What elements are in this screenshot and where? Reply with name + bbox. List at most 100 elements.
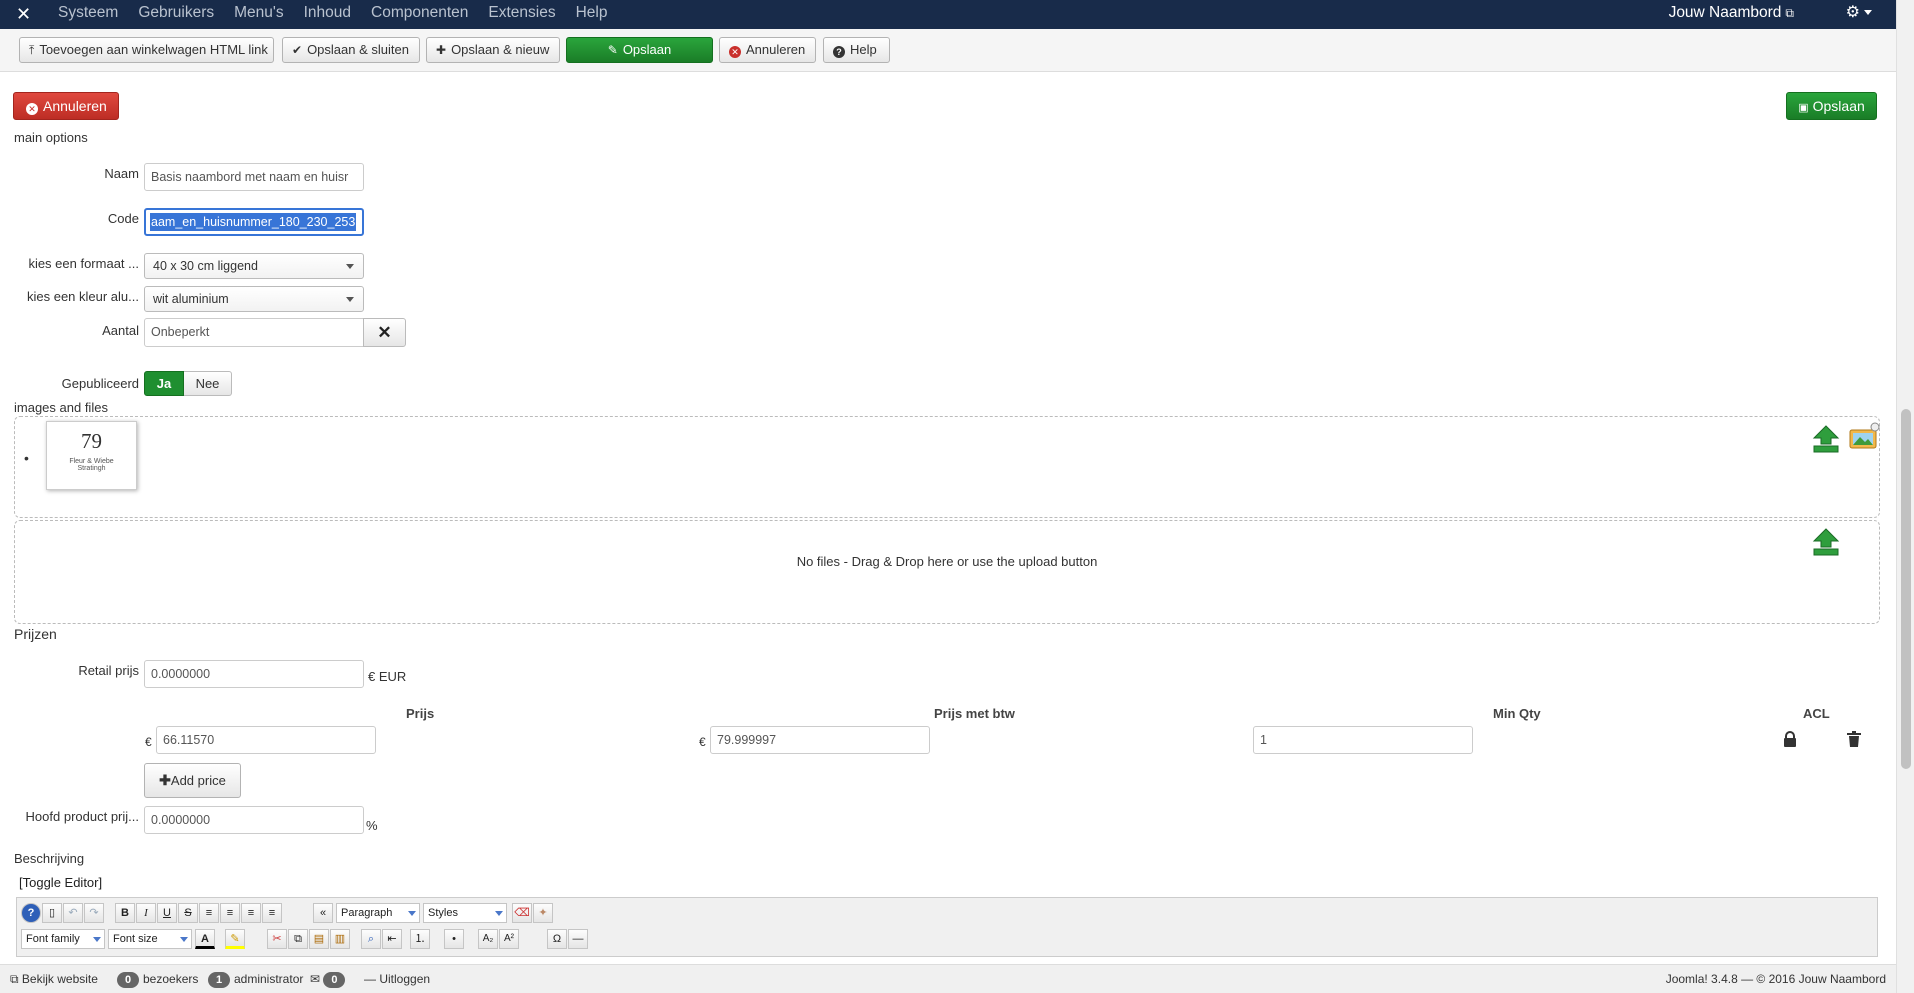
- main-price-input[interactable]: 0.0000000: [144, 806, 364, 834]
- thumb-number: 79: [81, 429, 102, 453]
- code-input[interactable]: aam_en_huisnummer_180_230_253: [144, 208, 364, 236]
- align-right-icon[interactable]: ≡: [262, 903, 282, 923]
- image-library-icon[interactable]: [1846, 422, 1880, 452]
- format-select[interactable]: 40 x 30 cm liggend: [144, 253, 364, 279]
- font-size-select[interactable]: Font size: [108, 929, 192, 949]
- align-center-icon[interactable]: ≡: [220, 903, 240, 923]
- align-left-icon[interactable]: ≡: [241, 903, 261, 923]
- form-save-button[interactable]: ▣ Opslaan: [1786, 92, 1877, 120]
- numbered-list-icon[interactable]: ⒈: [410, 929, 430, 949]
- add-price-label: Add price: [170, 773, 226, 788]
- highlight-icon[interactable]: ✎: [225, 929, 245, 949]
- color-select-value: wit aluminium: [153, 292, 229, 306]
- upload-image-icon[interactable]: [1811, 424, 1841, 454]
- files-dropzone[interactable]: [14, 520, 1880, 624]
- scrollbar-thumb[interactable]: [1901, 409, 1911, 769]
- column-header-min-qty: Min Qty: [1493, 706, 1541, 721]
- underline-icon[interactable]: U: [157, 903, 177, 923]
- messages-badge: 0: [323, 972, 346, 988]
- menu-item-inhoud[interactable]: Inhoud: [304, 0, 351, 29]
- font-family-select[interactable]: Font family: [21, 929, 105, 949]
- chevron-down-icon: [180, 937, 188, 942]
- menu-item-extensies[interactable]: Extensies: [488, 0, 555, 29]
- redo-icon[interactable]: ↷: [84, 903, 104, 923]
- help-icon[interactable]: ?: [21, 903, 41, 923]
- retail-price-label: Retail prijs: [78, 663, 139, 678]
- superscript-icon[interactable]: A²: [499, 929, 519, 949]
- image-thumbnail[interactable]: 79 Fleur & Wiebe Stratingh: [46, 421, 137, 490]
- cancel-button[interactable]: ✕ Annuleren: [719, 37, 816, 63]
- clean-format-icon[interactable]: ✦: [533, 903, 553, 923]
- color-select[interactable]: wit aluminium: [144, 286, 364, 312]
- published-yes-toggle[interactable]: Ja: [144, 371, 184, 396]
- lock-icon[interactable]: [1783, 731, 1797, 747]
- save-close-button[interactable]: ✔ Opslaan & sluiten: [282, 37, 420, 63]
- published-no-toggle[interactable]: Nee: [184, 371, 232, 396]
- quantity-input[interactable]: Onbeperkt: [144, 318, 364, 347]
- image-dropzone[interactable]: [14, 416, 1880, 518]
- copy-icon[interactable]: ⧉: [288, 929, 308, 949]
- help-button[interactable]: ? Help: [823, 37, 890, 63]
- menu-item-menus[interactable]: Menu's: [234, 0, 283, 29]
- bullet-list-icon[interactable]: •: [444, 929, 464, 949]
- save-new-button[interactable]: ✚ Opslaan & nieuw: [426, 37, 560, 63]
- paste-icon[interactable]: ▤: [309, 929, 329, 949]
- question-icon: ?: [833, 46, 845, 58]
- paste-text-icon[interactable]: ▥: [330, 929, 350, 949]
- upload-file-icon[interactable]: [1811, 527, 1841, 557]
- undo-icon[interactable]: ↶: [63, 903, 83, 923]
- subscript-icon[interactable]: A₂: [478, 929, 498, 949]
- price-currency: €: [145, 735, 152, 749]
- add-to-cart-html-link-button[interactable]: ⤒ Toevoegen aan winkelwagen HTML link: [19, 37, 274, 63]
- joomla-logo-icon[interactable]: ✕: [16, 3, 31, 25]
- save-button[interactable]: ✎ Opslaan: [566, 37, 713, 63]
- new-document-icon[interactable]: ▯: [42, 903, 62, 923]
- special-char-icon[interactable]: Ω: [547, 929, 567, 949]
- toggle-editor-link[interactable]: [Toggle Editor]: [19, 875, 102, 890]
- horizontal-rule-icon[interactable]: —: [568, 929, 588, 949]
- top-navbar: ✕ Systeem Gebruikers Menu's Inhoud Compo…: [0, 0, 1914, 29]
- menu-item-systeem[interactable]: Systeem: [58, 0, 118, 29]
- envelope-icon: ✉: [310, 972, 324, 986]
- italic-icon[interactable]: I: [136, 903, 156, 923]
- outdent-icon[interactable]: ⇤: [382, 929, 402, 949]
- menu-item-help[interactable]: Help: [576, 0, 608, 29]
- gear-icon[interactable]: ⚙: [1846, 2, 1860, 22]
- bold-icon[interactable]: B: [115, 903, 135, 923]
- search-replace-icon[interactable]: ⌕: [361, 929, 381, 949]
- styles-select[interactable]: Styles: [423, 903, 507, 923]
- main-menu: Systeem Gebruikers Menu's Inhoud Compone…: [58, 0, 628, 29]
- view-site-link[interactable]: ⧉ Bekijk website: [10, 972, 98, 987]
- check-icon: ✔: [292, 43, 303, 57]
- name-input[interactable]: Basis naambord met naam en huisr: [144, 163, 364, 191]
- min-qty-input[interactable]: 1: [1253, 726, 1473, 754]
- paragraph-format-select[interactable]: Paragraph: [336, 903, 420, 923]
- clear-quantity-button[interactable]: ✕: [363, 318, 406, 347]
- blockquote-icon[interactable]: «: [313, 903, 333, 923]
- form-cancel-button[interactable]: ✕ Annuleren: [13, 92, 119, 120]
- edit-icon: ✎: [607, 43, 618, 57]
- cut-icon[interactable]: ✂: [267, 929, 287, 949]
- messages-status[interactable]: ✉ 0: [310, 972, 349, 988]
- site-brand-link[interactable]: Jouw Naambord ⧉: [1669, 0, 1794, 26]
- retail-price-unit: € EUR: [368, 669, 407, 684]
- chevron-down-icon: [408, 911, 416, 916]
- align-justify-icon[interactable]: ≡: [199, 903, 219, 923]
- eraser-icon[interactable]: ⌫: [512, 903, 532, 923]
- strikethrough-icon[interactable]: S: [178, 903, 198, 923]
- retail-price-input[interactable]: 0.0000000: [144, 660, 364, 688]
- description-label: Beschrijving: [14, 851, 85, 866]
- upload-icon: ⤒: [29, 43, 35, 57]
- trash-icon[interactable]: [1847, 731, 1861, 747]
- form-cancel-label: Annuleren: [43, 98, 107, 114]
- add-price-button[interactable]: ✚Add price: [144, 763, 241, 798]
- view-site-label: Bekijk website: [21, 972, 98, 986]
- logout-link[interactable]: — Uitloggen: [364, 972, 430, 986]
- text-color-icon[interactable]: A: [195, 929, 215, 949]
- menu-item-componenten[interactable]: Componenten: [371, 0, 468, 29]
- cancel-circle-icon: ✕: [26, 103, 38, 115]
- price-vat-input[interactable]: 79.999997: [710, 726, 930, 754]
- menu-item-gebruikers[interactable]: Gebruikers: [138, 0, 214, 29]
- page-scrollbar[interactable]: [1896, 0, 1914, 993]
- price-input[interactable]: 66.11570: [156, 726, 376, 754]
